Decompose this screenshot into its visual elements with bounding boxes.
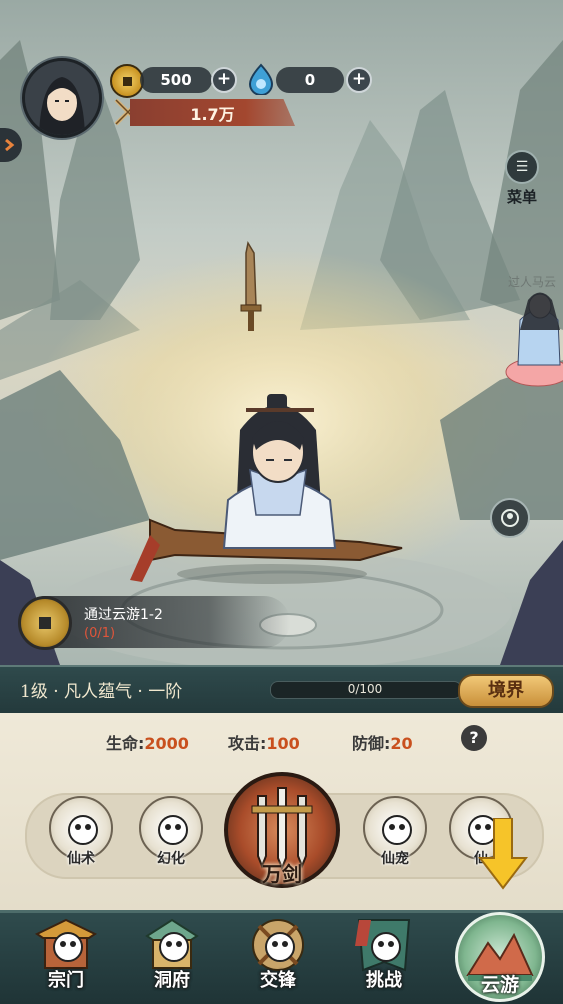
combat-power: 1.7万 xyxy=(130,99,295,126)
nav-label: 挑战 xyxy=(366,970,402,991)
quest-progress: (0/1) xyxy=(84,626,116,641)
stat-defense-value: 20 xyxy=(390,734,413,753)
exp-text: 0/100 xyxy=(347,682,383,696)
locked-skill-icon xyxy=(68,815,98,845)
skill-label: 仙宠 xyxy=(381,851,409,867)
locked-skill-icon xyxy=(382,815,412,845)
spirit-stone-amount: 0 xyxy=(276,67,344,93)
add-gold-button[interactable]: + xyxy=(211,67,237,93)
stat-attack-label: 攻击: xyxy=(228,734,267,753)
switch-character-button[interactable] xyxy=(490,498,530,538)
nav-cave[interactable]: 洞府 xyxy=(126,912,218,1000)
skill-label: 仙术 xyxy=(67,851,95,867)
refresh-user-icon xyxy=(501,509,519,527)
level-title: 1级 · 凡人蕴气 · 一阶 xyxy=(20,682,183,702)
side-character-label: 过人马云 xyxy=(508,275,557,289)
skill-label: 幻化 xyxy=(157,851,185,867)
stat-hp: 生命:2000 xyxy=(106,730,189,754)
skill-xianchong[interactable]: 仙宠 xyxy=(360,796,430,872)
gold-coin-icon xyxy=(110,64,144,98)
stat-hp-label: 生命: xyxy=(106,734,145,753)
skill-label: 万剑 xyxy=(262,862,302,886)
add-spirit-stone-button[interactable]: + xyxy=(346,67,372,93)
nav-label: 云游 xyxy=(480,974,519,996)
gold-amount: 500 xyxy=(140,67,212,93)
nav-sect[interactable]: 宗门 xyxy=(20,912,112,1000)
nav-travel[interactable]: 云游 xyxy=(455,912,545,1002)
side-drawer-button[interactable] xyxy=(0,128,22,162)
locked-skill-icon xyxy=(158,815,188,845)
nav-duel[interactable]: 交锋 xyxy=(232,912,324,1000)
nav-label: 交锋 xyxy=(260,970,296,991)
skill-xianshu[interactable]: 仙术 xyxy=(46,796,116,872)
stat-attack-value: 100 xyxy=(266,734,300,753)
stat-defense-label: 防御: xyxy=(352,734,391,753)
stat-defense: 防御:20 xyxy=(352,730,413,754)
skill-wanjian[interactable]: 万剑 xyxy=(224,772,340,890)
skill-huanhua[interactable]: 幻化 xyxy=(136,796,206,872)
nav-label: 洞府 xyxy=(154,970,190,991)
menu-label: 菜单 xyxy=(506,188,537,206)
player-avatar[interactable] xyxy=(22,58,102,138)
quest-title: 通过云游1-2 xyxy=(84,607,163,623)
avatar-portrait-icon xyxy=(25,61,99,135)
help-button[interactable]: ? xyxy=(461,725,487,751)
stat-hp-value: 2000 xyxy=(144,734,189,753)
quest-coin-icon xyxy=(18,596,72,650)
nav-label: 宗门 xyxy=(48,970,84,991)
spirit-stone-icon xyxy=(246,63,276,96)
menu-list-icon: ☰ xyxy=(505,150,539,184)
guide-arrow-icon xyxy=(477,817,529,890)
stat-attack: 攻击:100 xyxy=(228,730,300,754)
nav-challenge[interactable]: 挑战 xyxy=(338,912,430,1000)
realm-button[interactable]: 境界 xyxy=(458,674,554,708)
menu-button[interactable]: ☰ 菜单 xyxy=(500,150,544,206)
